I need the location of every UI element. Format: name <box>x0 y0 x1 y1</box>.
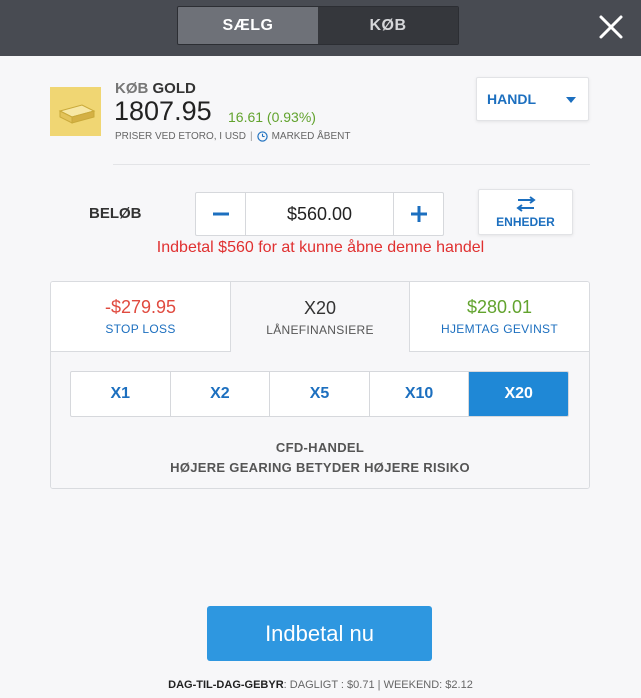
order-type-label: HANDL <box>487 91 536 107</box>
units-label: ENHEDER <box>496 214 555 229</box>
increase-button[interactable] <box>393 193 443 235</box>
fee-title: DAG-TIL-DAG-GEBYR <box>168 679 284 691</box>
sell-tab[interactable]: SÆLG <box>178 7 318 44</box>
instrument-title: KØB GOLD <box>115 80 196 97</box>
instrument-price: 1807.95 <box>114 96 212 126</box>
fee-separator: | <box>374 679 384 691</box>
header-bar: SÆLG KØB <box>0 0 641 56</box>
price-change: 16.61 (0.93%) <box>228 109 316 125</box>
clock-icon <box>256 131 268 142</box>
amount-input[interactable]: $560.00 <box>246 193 393 235</box>
divider <box>113 164 590 165</box>
cfd-risk-warning: HØJERE GEARING BETYDER HØJERE RISIKO <box>170 460 470 475</box>
price-meta: PRISER VED ETORO, I USD | MARKED ÅBENT <box>115 131 350 142</box>
overnight-fee: DAG-TIL-DAG-GEBYR: DAGLIGT : $0.71 | WEE… <box>0 679 641 691</box>
units-toggle-button[interactable]: ENHEDER <box>478 189 573 235</box>
gold-bar-icon <box>50 87 101 136</box>
meta-separator: | <box>249 131 253 142</box>
stop-loss-label: STOP LOSS <box>105 322 176 336</box>
chevron-down-icon <box>566 97 576 103</box>
leverage-section: X1 X2 X5 X10 X20 CFD-HANDEL HØJERE GEARI… <box>51 352 589 488</box>
deposit-now-button[interactable]: Indbetal nu <box>207 606 432 661</box>
swap-arrows-icon <box>515 195 536 212</box>
order-type-dropdown[interactable]: HANDL <box>476 77 589 121</box>
close-icon[interactable] <box>597 13 625 41</box>
tab-take-profit[interactable]: $280.01 HJEMTAG GEVINST <box>410 282 589 352</box>
leverage-x10-button[interactable]: X10 <box>370 372 470 416</box>
amount-stepper: $560.00 <box>195 192 444 236</box>
leverage-value: X20 <box>303 297 337 318</box>
decrease-button[interactable] <box>196 193 246 235</box>
leverage-x5-button[interactable]: X5 <box>270 372 370 416</box>
cfd-title: CFD-HANDEL <box>275 440 365 455</box>
tab-leverage[interactable]: X20 LÅNEFINANSIERE <box>230 282 410 352</box>
market-status: MARKED ÅBENT <box>271 131 351 142</box>
fee-weekend-value: $2.12 <box>445 679 473 691</box>
tab-stop-loss[interactable]: -$279.95 STOP LOSS <box>51 282 230 352</box>
take-profit-value: $280.01 <box>466 297 533 317</box>
instrument-symbol: GOLD <box>152 80 196 97</box>
buy-tab[interactable]: KØB <box>318 7 458 44</box>
deposit-warning: Indbetal $560 for at kunne åbne denne ha… <box>0 239 641 257</box>
minus-icon <box>212 212 229 216</box>
plus-icon <box>410 206 427 222</box>
leverage-options: X1 X2 X5 X10 X20 <box>70 371 569 417</box>
trade-settings-panel: -$279.95 STOP LOSS X20 LÅNEFINANSIERE $2… <box>50 281 590 489</box>
price-note: PRISER VED ETORO, I USD <box>115 131 246 142</box>
amount-label: BELØB <box>89 205 142 222</box>
leverage-x20-button[interactable]: X20 <box>469 372 568 416</box>
side-toggle: SÆLG KØB <box>177 6 459 45</box>
cfd-disclaimer: CFD-HANDEL HØJERE GEARING BETYDER HØJERE… <box>51 438 589 478</box>
leverage-x2-button[interactable]: X2 <box>171 372 271 416</box>
settings-tabs: -$279.95 STOP LOSS X20 LÅNEFINANSIERE $2… <box>51 282 589 352</box>
fee-daily-label: : DAGLIGT : <box>283 679 348 691</box>
instrument-action: KØB <box>115 80 149 97</box>
deposit-warning-text: Indbetal $560 for at kunne åbne denne ha… <box>156 239 485 256</box>
fee-weekend-label: WEEKEND: <box>383 679 446 691</box>
leverage-label: LÅNEFINANSIERE <box>266 322 374 337</box>
leverage-x1-button[interactable]: X1 <box>71 372 171 416</box>
take-profit-label: HJEMTAG GEVINST <box>441 322 558 336</box>
stop-loss-value: -$279.95 <box>104 297 177 317</box>
fee-daily-value: $0.71 <box>347 679 375 691</box>
